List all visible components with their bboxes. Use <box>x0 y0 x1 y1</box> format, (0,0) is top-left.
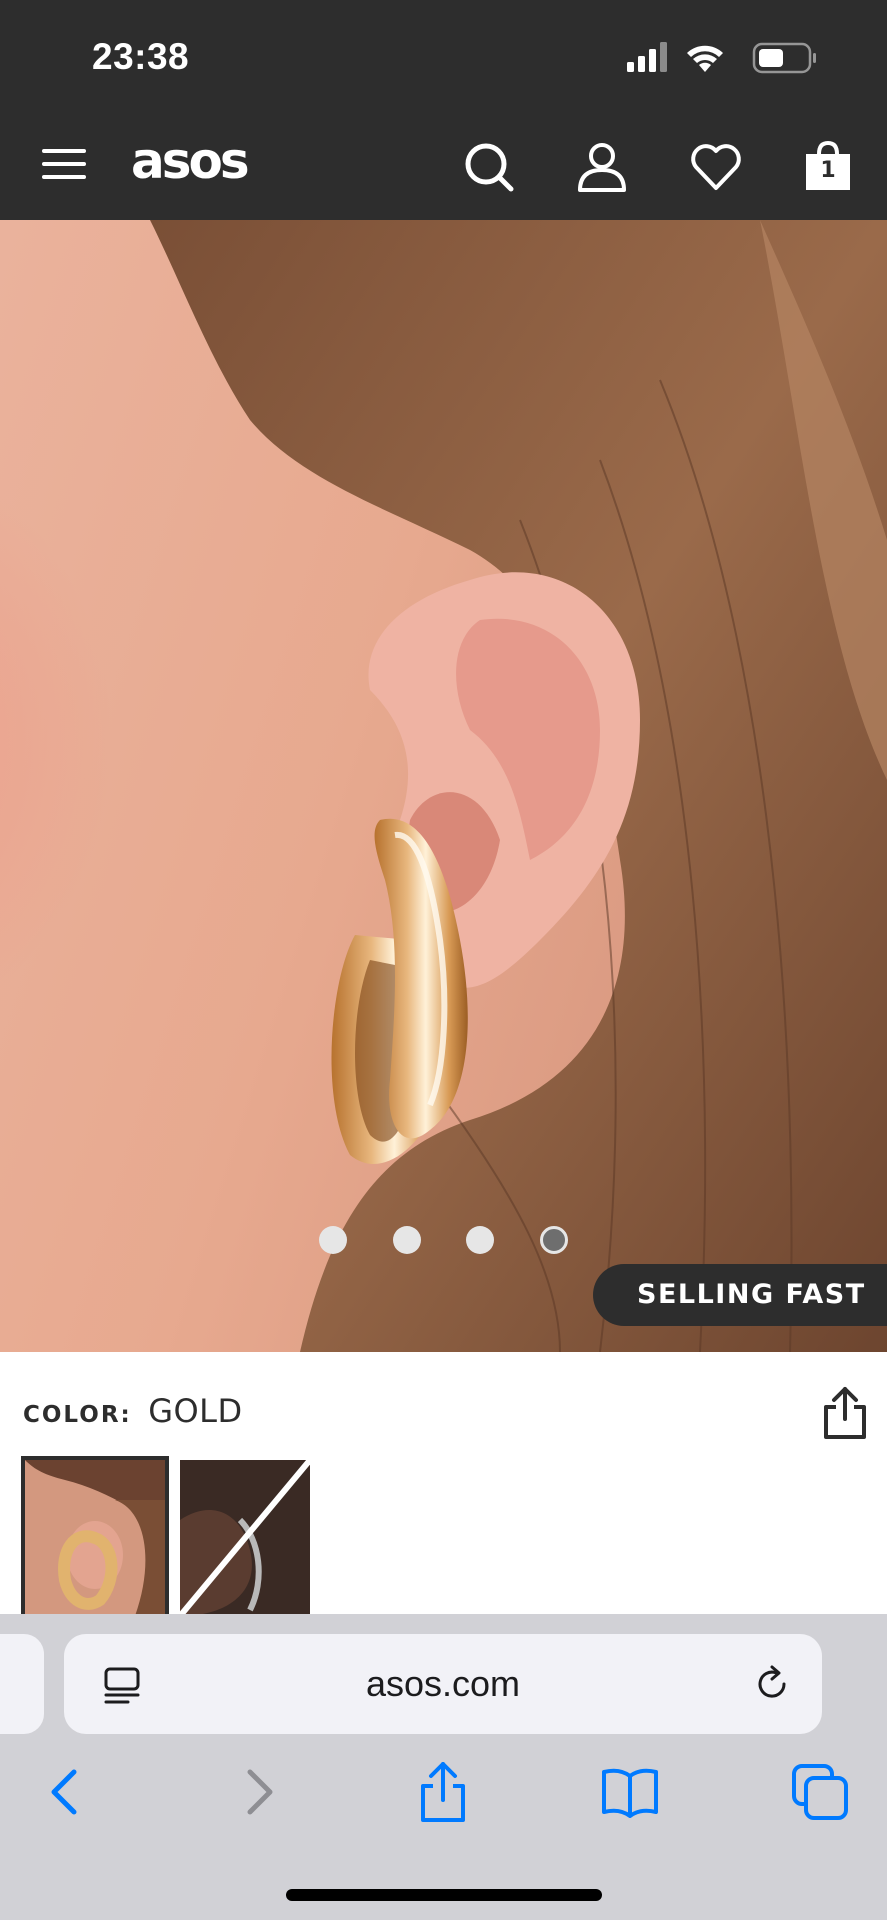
back-icon[interactable] <box>36 1762 96 1822</box>
home-indicator <box>286 1889 602 1901</box>
previous-tab-preview[interactable] <box>0 1634 44 1734</box>
gold-swatch-image <box>25 1460 165 1616</box>
wishlist-heart-icon[interactable] <box>688 138 744 194</box>
status-icons <box>627 42 816 74</box>
browser-toolbar: asos.com <box>0 1614 887 1920</box>
top-bar: 23:38 asos 1 <box>0 0 887 220</box>
selling-fast-badge: SELLING FAST <box>593 1264 887 1326</box>
status-time: 23:38 <box>92 36 190 77</box>
bag-count: 1 <box>820 158 836 183</box>
gallery-dots <box>0 1226 887 1256</box>
search-icon[interactable] <box>461 138 517 194</box>
reload-icon[interactable] <box>752 1664 792 1704</box>
address-bar[interactable]: asos.com <box>64 1634 822 1734</box>
gallery-dot-active[interactable] <box>540 1226 568 1254</box>
color-swatch-silver-unavailable[interactable] <box>180 1460 320 1616</box>
browser-share-icon[interactable] <box>413 1762 473 1822</box>
account-icon[interactable] <box>574 138 630 194</box>
color-value: GOLD <box>148 1392 243 1430</box>
forward-icon[interactable] <box>228 1762 288 1822</box>
url-text: asos.com <box>365 1663 521 1704</box>
product-image[interactable] <box>0 220 887 1352</box>
gallery-dot[interactable] <box>319 1226 347 1254</box>
battery-icon <box>752 42 816 74</box>
menu-icon[interactable] <box>42 146 86 182</box>
signal-icon <box>627 42 667 72</box>
tabs-icon[interactable] <box>790 1762 850 1822</box>
share-icon[interactable] <box>820 1385 870 1441</box>
gallery-dot[interactable] <box>393 1226 421 1254</box>
bookmarks-icon[interactable] <box>600 1762 660 1822</box>
site-header: asos 1 <box>0 130 887 202</box>
color-label: COLOR: <box>23 1402 132 1428</box>
wifi-icon <box>687 45 723 72</box>
product-photo <box>0 220 887 1352</box>
color-selector-label: COLOR: GOLD <box>23 1392 243 1442</box>
silver-swatch-image <box>180 1460 313 1616</box>
color-swatch-gold[interactable] <box>21 1456 169 1620</box>
asos-logo[interactable]: asos <box>131 132 250 190</box>
bag-button[interactable]: 1 <box>800 138 856 194</box>
gallery-dot[interactable] <box>466 1226 494 1254</box>
